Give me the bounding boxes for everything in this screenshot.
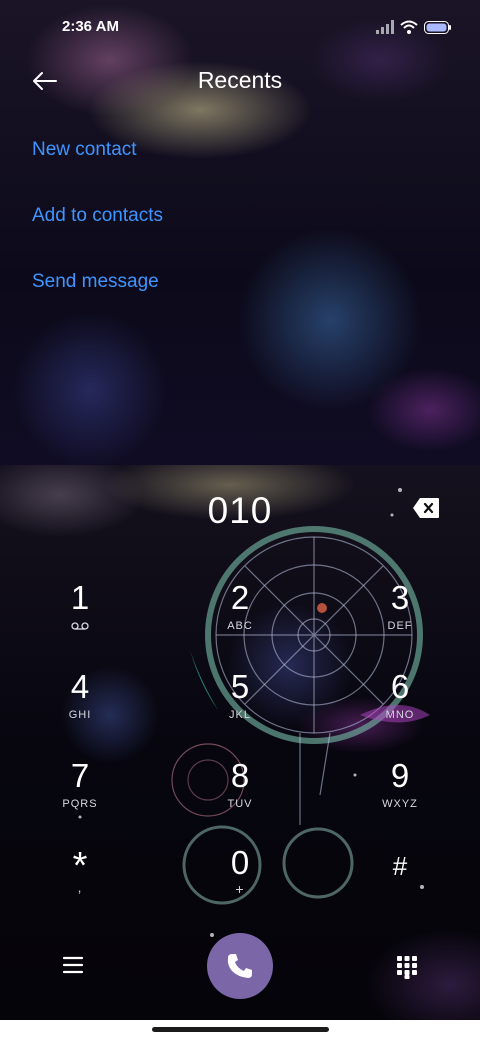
- key-8[interactable]: 8 TUV: [180, 758, 300, 838]
- dialed-number: 010: [207, 490, 273, 531]
- key-star[interactable]: * ,: [20, 845, 140, 928]
- key-digit: 2: [230, 579, 250, 616]
- key-letters: MNO: [385, 709, 415, 721]
- key-2[interactable]: 2 ABC: [180, 580, 300, 660]
- key-digit: 6: [390, 668, 410, 705]
- status-bar: 2:36 AM: [0, 0, 480, 56]
- key-digit: 4: [70, 668, 90, 705]
- key-digit: 0: [230, 844, 250, 881]
- status-icons: [376, 18, 451, 36]
- battery-icon: [424, 20, 451, 34]
- menu-icon[interactable]: [62, 954, 84, 976]
- signal-icon: [376, 20, 394, 34]
- key-letters: TUV: [227, 798, 253, 810]
- key-digit: 1: [70, 579, 90, 616]
- key-letters: +: [235, 881, 245, 897]
- key-letters: WXYZ: [382, 798, 418, 810]
- key-3[interactable]: 3 DEF: [340, 580, 460, 660]
- add-to-contacts-option[interactable]: Add to contacts: [32, 205, 163, 227]
- phone-icon: [227, 954, 252, 978]
- key-digit: 5: [230, 668, 250, 705]
- key-letters: ,: [77, 880, 83, 895]
- key-7[interactable]: 7 PQRS: [20, 758, 140, 838]
- key-letters: PQRS: [62, 798, 98, 810]
- home-indicator[interactable]: [152, 1027, 329, 1032]
- status-time: 2:36 AM: [62, 18, 119, 35]
- call-button[interactable]: [207, 933, 273, 999]
- key-letters: JKL: [229, 709, 251, 721]
- key-digit: #: [392, 851, 408, 881]
- wifi-icon: [400, 20, 418, 34]
- key-digit: 8: [230, 757, 250, 794]
- key-letters: GHI: [68, 709, 92, 721]
- key-1[interactable]: 1: [20, 580, 140, 660]
- key-letters: DEF: [387, 620, 413, 632]
- key-digit: 9: [390, 757, 410, 794]
- key-5[interactable]: 5 JKL: [180, 669, 300, 749]
- dialpad-icon[interactable]: [396, 955, 418, 979]
- key-digit: 3: [390, 579, 410, 616]
- key-6[interactable]: 6 MNO: [340, 669, 460, 749]
- page-title: Recents: [197, 67, 283, 93]
- key-4[interactable]: 4 GHI: [20, 669, 140, 749]
- key-9[interactable]: 9 WXYZ: [340, 758, 460, 838]
- key-hash[interactable]: #: [340, 848, 460, 928]
- key-digit: *: [72, 845, 88, 887]
- voicemail-icon: [71, 622, 89, 630]
- send-message-option[interactable]: Send message: [32, 271, 159, 293]
- backspace-icon[interactable]: [412, 497, 440, 519]
- new-contact-option[interactable]: New contact: [32, 139, 137, 161]
- key-letters: ABC: [227, 620, 253, 632]
- key-0[interactable]: 0 +: [180, 845, 300, 925]
- key-digit: 7: [70, 757, 90, 794]
